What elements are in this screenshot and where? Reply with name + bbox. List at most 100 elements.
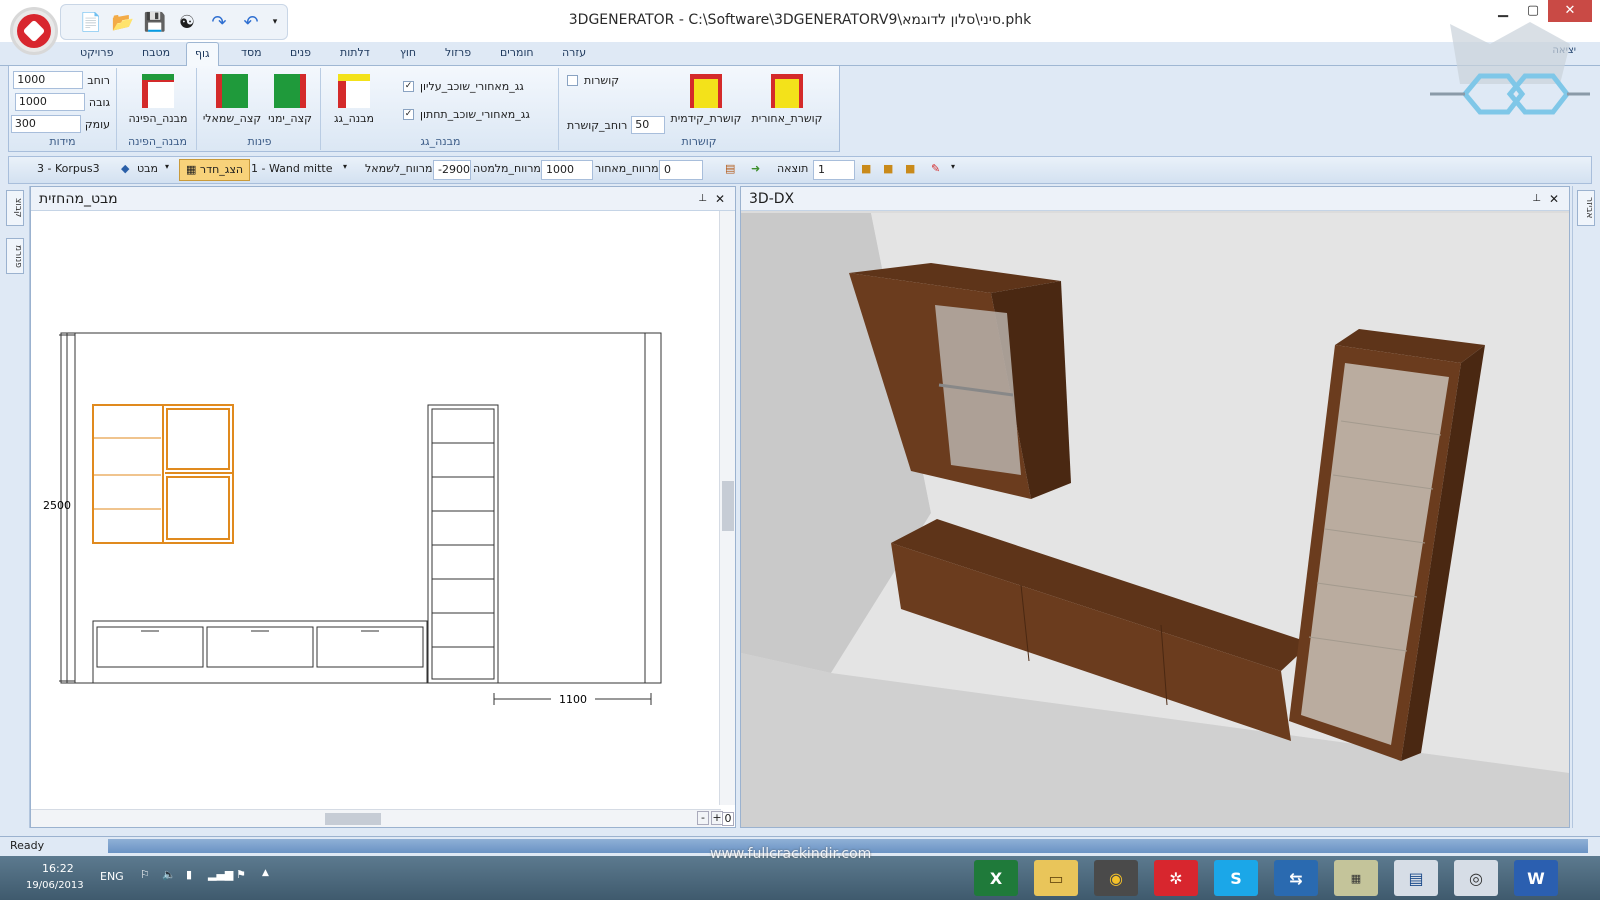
height-dimension-label: 2500	[43, 499, 71, 512]
excel-taskbar-icon[interactable]: X	[974, 860, 1018, 896]
teamviewer-taskbar-icon[interactable]: ⇆	[1274, 860, 1318, 896]
side-tab-group[interactable]: קבוצ	[6, 190, 24, 226]
connectors-checkbox[interactable]	[567, 75, 578, 86]
tab-kitchen[interactable]: מטבח	[142, 46, 170, 59]
settings-taskbar-icon[interactable]: ◎	[1454, 860, 1498, 896]
hscroll-thumb[interactable]	[325, 813, 381, 825]
left-gap-input[interactable]: -2900	[433, 160, 471, 180]
front-view-header: מבט_מהחזית ⊥ ✕	[31, 187, 735, 211]
roof-bottom-check[interactable]: ✓ גג_מאחורי_שוכב_תחתון	[403, 108, 530, 121]
connectors-check[interactable]: קושרות	[567, 74, 619, 87]
bottom-gap-input[interactable]: 1000	[541, 160, 593, 180]
wall-chevron-icon[interactable]: ▾	[343, 162, 347, 171]
roof-top-checkbox[interactable]: ✓	[403, 81, 414, 92]
left-edge-label: קצה_שמאלי	[202, 112, 262, 125]
front-view-close-icon[interactable]: ✕	[715, 187, 725, 211]
flag-icon[interactable]: ⚑	[236, 868, 246, 881]
connectors-group: קושרות רוחב_קושרת 50 קושרת_קידמית קושרת_…	[561, 68, 837, 150]
tab-materials[interactable]: חומרים	[500, 46, 534, 59]
left-edge-button[interactable]: קצה_שמאלי	[202, 70, 262, 130]
front-connector-button[interactable]: קושרת_קידמית	[671, 70, 741, 130]
roof-group: מבנה_גג ✓ גג_מאחורי_שוכב_עליון ✓ גג_מאחו…	[323, 68, 559, 150]
result-input[interactable]: 1	[813, 160, 855, 180]
tab-body[interactable]: גוף	[186, 42, 219, 67]
export-icon[interactable]: ➜	[751, 162, 760, 175]
tall-cabinet-drawing[interactable]	[427, 404, 499, 684]
status-text: Ready	[10, 839, 45, 852]
corner-structure-label: מבנה_הפינה	[128, 112, 188, 125]
cube-multi-icon[interactable]: ■	[883, 162, 893, 175]
side-tab-panorama[interactable]: פנורמ	[6, 238, 24, 274]
view-dropdown-chevron-icon[interactable]: ▾	[165, 162, 169, 171]
toolbar-overflow-icon[interactable]: ▾	[951, 162, 955, 171]
connector-width-row: רוחב_קושרת 50	[567, 116, 666, 134]
front-view-panel: מבט_מהחזית ⊥ ✕ 2500 1100 - + 0	[30, 186, 736, 828]
zoom-out-button[interactable]: -	[697, 811, 709, 825]
lowboard-drawing[interactable]	[92, 620, 428, 684]
zoom-reset-button[interactable]: 0	[722, 812, 734, 826]
tab-help[interactable]: עזרה	[562, 46, 586, 59]
front-view-vscrollbar[interactable]	[719, 211, 735, 805]
3d-view-close-icon[interactable]: ✕	[1549, 187, 1559, 211]
3d-view-pin-icon[interactable]: ⊥	[1532, 187, 1541, 211]
roof-bottom-checkbox[interactable]: ✓	[403, 109, 414, 120]
wall-selector[interactable]: 1 - Wand mitte	[251, 162, 333, 175]
right-edge-button[interactable]: קצה_ימני	[263, 70, 317, 130]
view-camera-icon[interactable]: ◆	[121, 162, 129, 175]
front-view-drawing[interactable]: 2500 1100	[31, 213, 717, 805]
volume-icon[interactable]: 🔈	[162, 868, 176, 881]
show-hidden-icons-icon[interactable]: ▲	[262, 868, 269, 878]
battery-icon[interactable]: ▮	[186, 868, 192, 881]
ribbon-tab-bar: פרויקט מטבח גוף מסד פנים דלתות חוץ פרזול…	[0, 42, 1600, 67]
tab-project[interactable]: פרויקט	[80, 46, 113, 59]
cube-stack-icon[interactable]: ■	[905, 162, 915, 175]
connector-width-input[interactable]: 50	[631, 116, 666, 134]
side-tab-accessory[interactable]: אביזר	[1577, 190, 1595, 226]
roof-structure-button[interactable]: מבנה_גג	[327, 70, 381, 130]
show-room-button[interactable]: ▦ הצג_חדר	[179, 159, 251, 181]
right-edge-label: קצה_ימני	[268, 112, 312, 125]
skype-taskbar-icon[interactable]: S	[1214, 860, 1258, 896]
back-gap-input[interactable]: 0	[659, 160, 703, 180]
back-connector-button[interactable]: קושרת_אחורית	[749, 70, 825, 130]
dimensions-group-label: מידות	[49, 135, 76, 148]
cube-icon[interactable]: ■	[861, 162, 871, 175]
vscroll-thumb[interactable]	[722, 481, 734, 531]
front-connector-icon	[690, 74, 722, 108]
language-indicator[interactable]: ENG	[100, 870, 124, 883]
tab-hardware[interactable]: פרזול	[445, 46, 471, 59]
back-connector-label: קושרת_אחורית	[751, 112, 823, 125]
explorer-taskbar-icon[interactable]: ▭	[1034, 860, 1078, 896]
application-menu-button[interactable]	[10, 7, 58, 55]
table-icon[interactable]: ▤	[725, 162, 735, 175]
width-input[interactable]: 1000	[13, 71, 84, 89]
pencil-icon[interactable]: ✎	[931, 162, 940, 175]
right-side-tabs: אביזר	[1572, 186, 1600, 828]
wall-cabinet-drawing[interactable]	[92, 404, 234, 544]
ardis-taskbar-icon[interactable]: ▦	[1334, 860, 1378, 896]
3dgenerator-taskbar-icon[interactable]: ✲	[1154, 860, 1198, 896]
signal-icon[interactable]: ▂▄▆	[208, 868, 233, 881]
view-dropdown[interactable]: מבט	[137, 162, 158, 175]
roof-top-check[interactable]: ✓ גג_מאחורי_שוכב_עליון	[403, 80, 524, 93]
bottom-gap-label: מרווח_מלמטה	[473, 162, 541, 175]
front-view-hscrollbar[interactable]: - +	[31, 809, 723, 827]
grid-icon: ▦	[186, 163, 200, 176]
height-input[interactable]: 1000	[14, 93, 85, 111]
network-icon[interactable]: ⚐	[140, 868, 150, 881]
width-row: 1000 רוחב	[13, 70, 110, 90]
tab-base[interactable]: מסד	[241, 46, 262, 59]
korpus-selector[interactable]: 3 - Korpus3	[37, 162, 100, 175]
tab-exterior[interactable]: חוץ	[400, 46, 416, 59]
document-taskbar-icon[interactable]: ▤	[1394, 860, 1438, 896]
word-taskbar-icon[interactable]: W	[1514, 860, 1558, 896]
3d-scene-viewport[interactable]	[741, 213, 1569, 827]
app-logo-icon	[17, 14, 51, 48]
tab-doors[interactable]: דלתות	[340, 46, 370, 59]
depth-input[interactable]: 300	[10, 115, 81, 133]
roof-bottom-check-label: גג_מאחורי_שוכב_תחתון	[420, 108, 530, 121]
front-view-pin-icon[interactable]: ⊥	[698, 187, 707, 211]
corner-structure-button[interactable]: מבנה_הפינה	[128, 70, 188, 130]
tab-interior[interactable]: פנים	[290, 46, 311, 59]
chrome-taskbar-icon[interactable]: ◉	[1094, 860, 1138, 896]
